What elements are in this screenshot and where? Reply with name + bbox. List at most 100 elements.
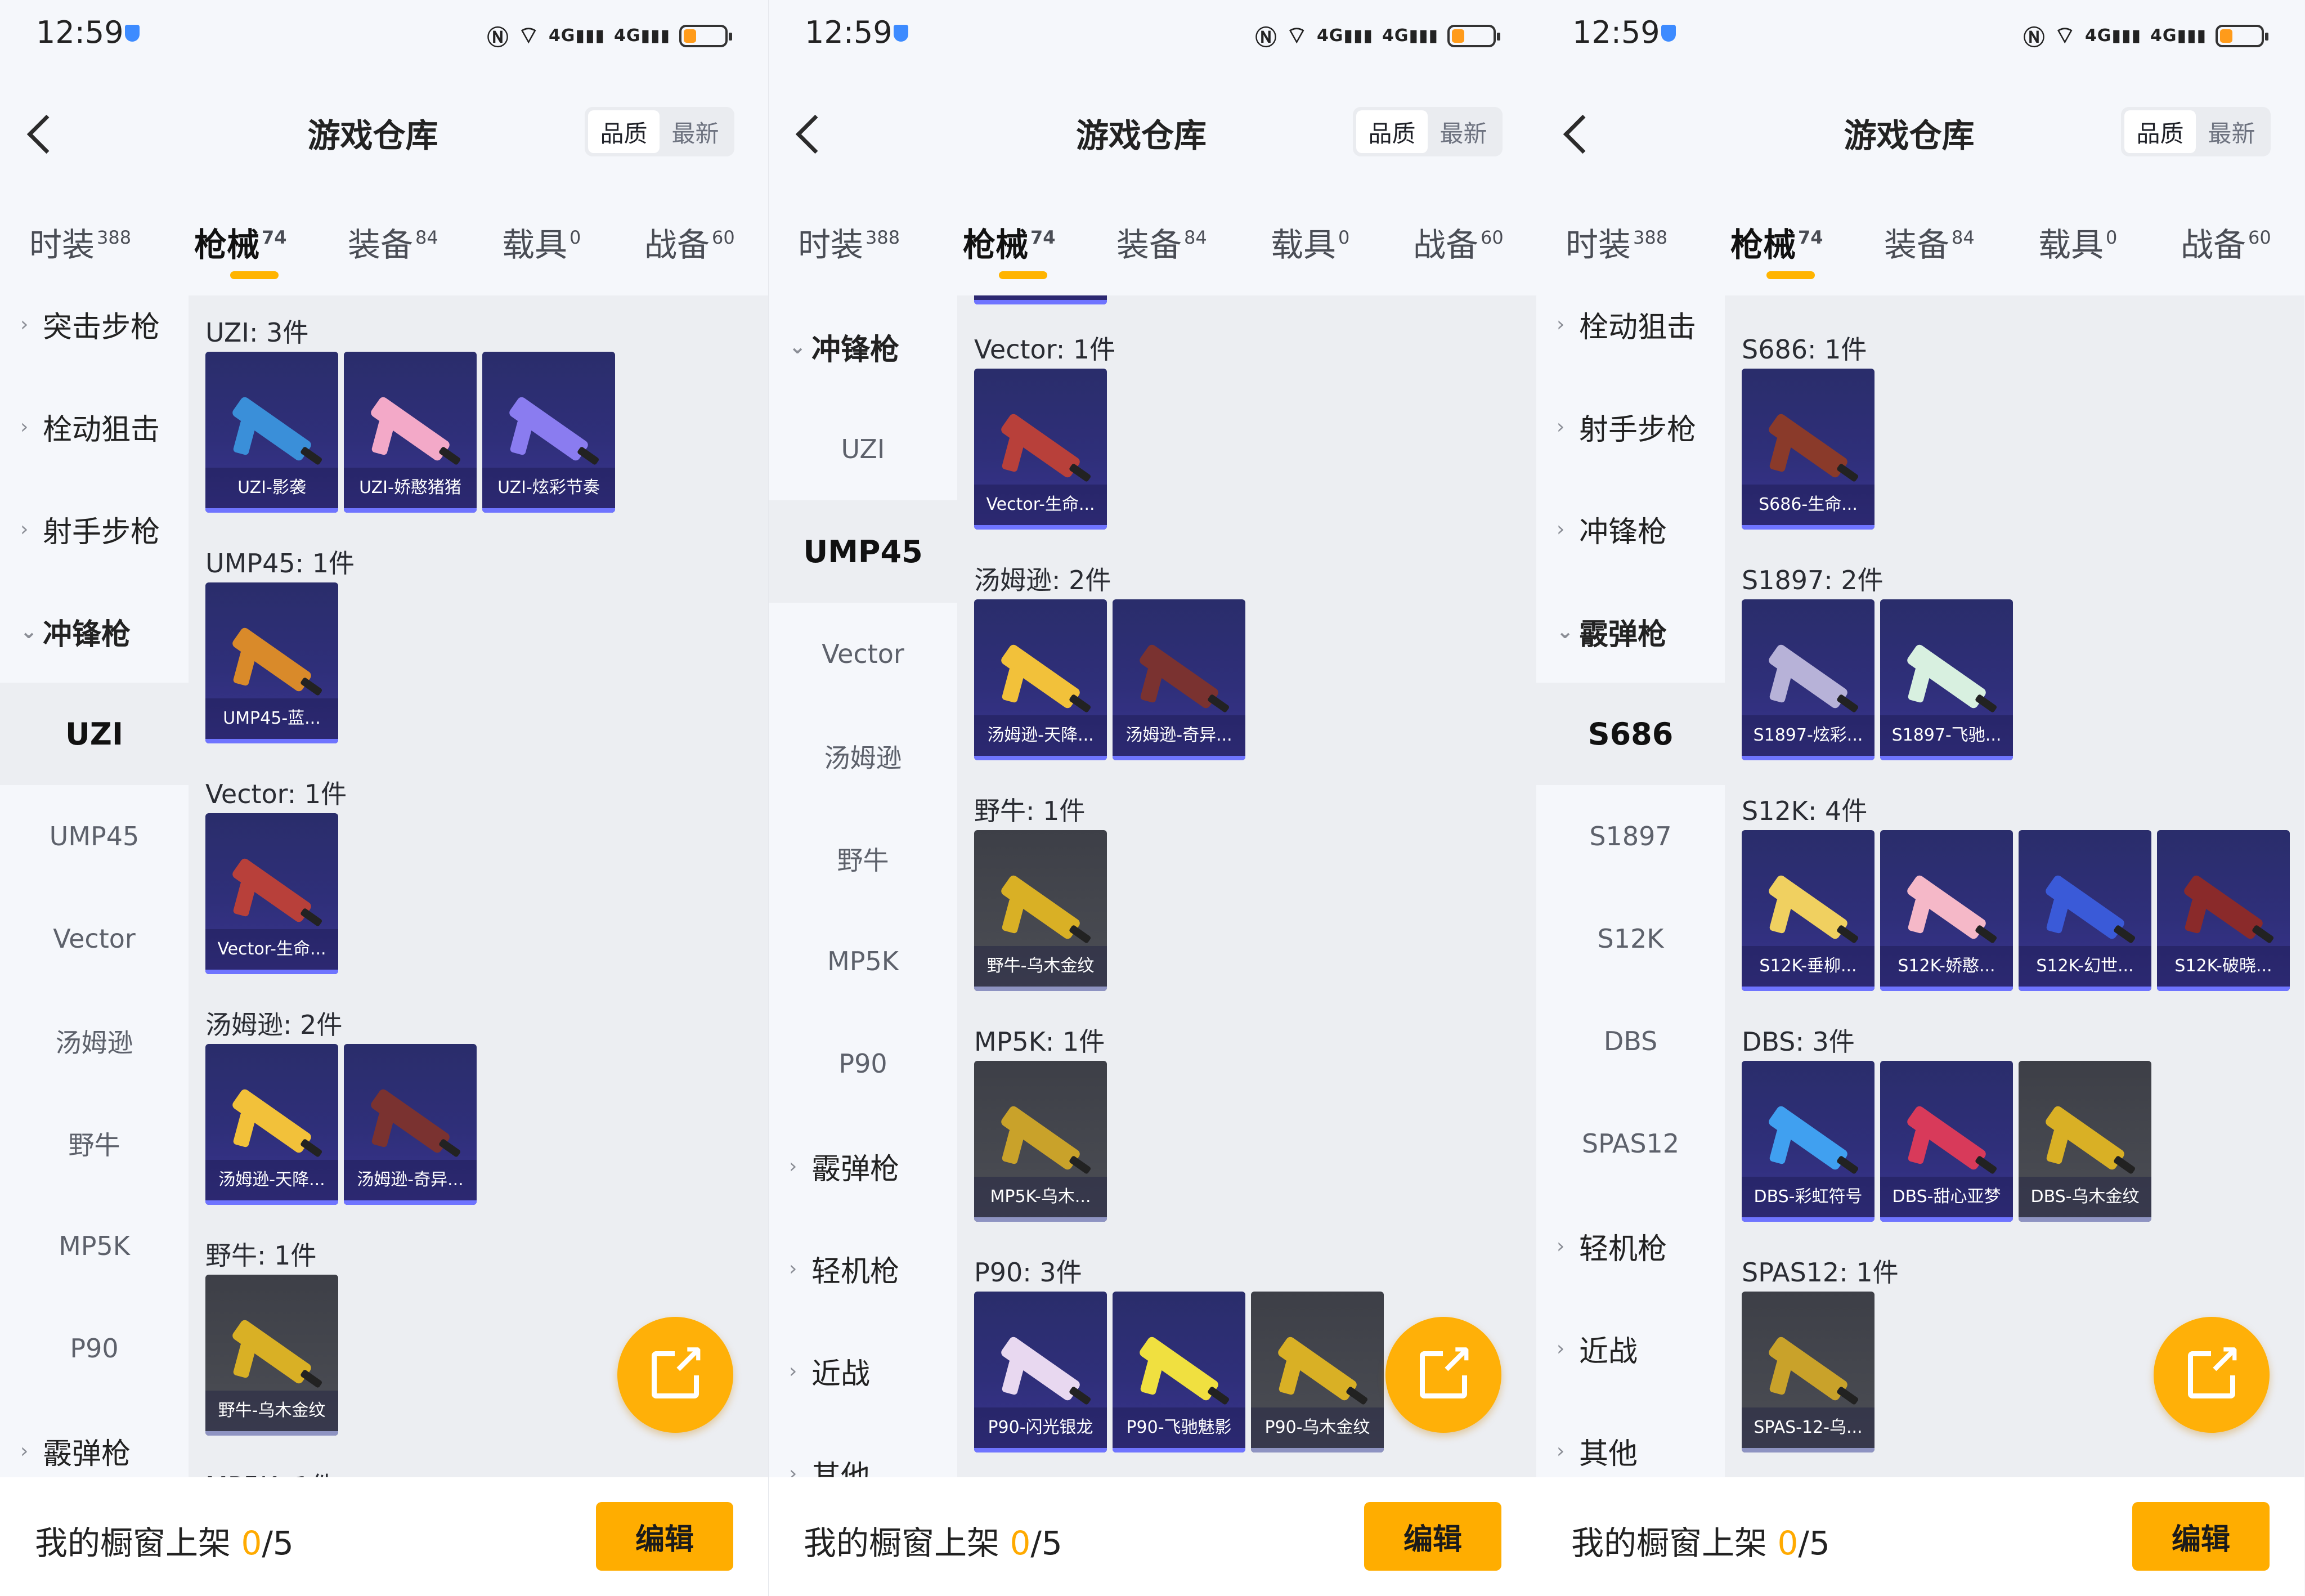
tab-0[interactable]: 时装 388 (29, 218, 131, 266)
sort-quality-button[interactable]: 品质 (2124, 110, 2196, 153)
sidebar-item[interactable]: 野牛 (0, 1092, 189, 1195)
weapon-card[interactable]: 汤姆逊-奇异... (1113, 599, 1245, 760)
tab-0[interactable]: 时装 388 (1566, 218, 1667, 266)
tab-3[interactable]: 载具 0 (1271, 218, 1349, 266)
edit-button[interactable]: 编辑 (1364, 1502, 1501, 1571)
tab-2[interactable]: 装备 84 (348, 218, 438, 266)
weapon-image (1905, 643, 1988, 710)
tab-1[interactable]: 枪械 74 (1730, 218, 1823, 279)
sidebar-item[interactable]: › 其他 (769, 1422, 957, 1478)
sort-latest-button[interactable]: 最新 (2196, 110, 2267, 153)
weapon-card[interactable]: DBS-甜心亚梦 (1880, 1061, 2013, 1222)
sidebar-item[interactable]: ⌄ 冲锋枪 (0, 580, 189, 683)
sidebar-item[interactable]: › 突击步枪 (0, 295, 189, 375)
sidebar-item[interactable]: › 栓动狙击 (1536, 295, 1725, 375)
sidebar-item[interactable]: › 射手步枪 (1536, 375, 1725, 478)
sort-quality-button[interactable]: 品质 (1356, 110, 1428, 153)
weapon-card[interactable]: S1897-炫彩... (1742, 599, 1875, 760)
sidebar-item[interactable]: Vector (0, 887, 189, 990)
tab-4[interactable]: 战备 60 (644, 218, 735, 266)
weapon-card[interactable]: S1897-飞驰... (1880, 599, 2013, 760)
weapon-card[interactable]: Vector-生命... (205, 813, 338, 974)
weapon-card[interactable]: 野牛-乌木金纹 (205, 1275, 338, 1436)
tab-1[interactable]: 枪械 74 (194, 218, 287, 279)
share-button[interactable] (617, 1317, 733, 1433)
sidebar-item[interactable]: 汤姆逊 (769, 705, 957, 808)
sidebar-item[interactable]: › 轻机枪 (1536, 1195, 1725, 1297)
sidebar-item[interactable]: 汤姆逊 (0, 990, 189, 1092)
sidebar-item[interactable]: › 冲锋枪 (1536, 478, 1725, 580)
sidebar-item[interactable]: S686 (1536, 683, 1725, 785)
sidebar-item[interactable]: P90 (0, 1297, 189, 1400)
weapon-card[interactable]: 汤姆逊-天降... (974, 599, 1107, 760)
weapon-card[interactable]: S12K-幻世... (2019, 830, 2151, 991)
sidebar-item[interactable]: › 近战 (1536, 1297, 1725, 1400)
tab-4[interactable]: 战备 60 (1413, 218, 1504, 266)
sidebar-item[interactable]: › 其他 (1536, 1400, 1725, 1477)
sidebar-item[interactable]: UMP45 (769, 500, 957, 603)
sidebar-item-label: 射手步枪 (1579, 413, 1697, 447)
sidebar-item[interactable]: DBS (1536, 990, 1725, 1092)
tab-3[interactable]: 载具 0 (2038, 218, 2117, 266)
sidebar-item[interactable]: MP5K (769, 910, 957, 1012)
weapon-card[interactable]: 汤姆逊-天降... (205, 1044, 338, 1205)
sidebar-item[interactable]: UMP45 (0, 785, 189, 887)
sort-latest-button[interactable]: 最新 (1428, 110, 1499, 153)
sidebar-item[interactable]: UZI (0, 683, 189, 785)
tab-count: 60 (1481, 227, 1504, 248)
weapon-card[interactable]: 野牛-乌木金纹 (974, 830, 1107, 991)
sidebar-item[interactable]: S1897 (1536, 785, 1725, 887)
sidebar-item[interactable]: › 射手步枪 (0, 478, 189, 580)
weapon-card[interactable]: UMP45-蓝... (205, 582, 338, 743)
sidebar-item[interactable]: › 霰弹枪 (0, 1400, 189, 1477)
tab-2[interactable]: 装备 84 (1884, 218, 1975, 266)
sort-toggle[interactable]: 品质 最新 (585, 107, 734, 156)
edit-button[interactable]: 编辑 (596, 1502, 733, 1571)
tab-2[interactable]: 装备 84 (1116, 218, 1207, 266)
weapon-card[interactable]: P90-乌木金纹 (1251, 1292, 1384, 1452)
weapon-card[interactable]: P90-飞驰魅影 (1113, 1292, 1245, 1452)
sidebar-item[interactable]: S12K (1536, 887, 1725, 990)
tab-4[interactable]: 战备 60 (2181, 218, 2271, 266)
weapon-card[interactable]: UMP45-蓝... (974, 295, 1107, 304)
weapon-card[interactable]: S12K-垂柳... (1742, 830, 1875, 991)
weapon-card[interactable]: UZI-炫彩节奏 (482, 352, 615, 513)
tab-0[interactable]: 时装 388 (798, 218, 900, 266)
sidebar-item[interactable]: › 霰弹枪 (769, 1115, 957, 1217)
weapon-card[interactable]: S12K-破晓... (2157, 830, 2290, 991)
tab-1[interactable]: 枪械 74 (963, 218, 1056, 279)
sidebar-item[interactable]: SPAS12 (1536, 1092, 1725, 1195)
weapon-card[interactable]: SPAS-12-乌... (1742, 1292, 1875, 1452)
sidebar-item[interactable]: › 轻机枪 (769, 1217, 957, 1320)
sidebar-item[interactable]: ⌄ 冲锋枪 (769, 295, 957, 398)
tab-3[interactable]: 载具 0 (502, 218, 581, 266)
share-button[interactable] (2154, 1317, 2270, 1433)
sort-latest-button[interactable]: 最新 (660, 110, 731, 153)
tab-count: 74 (262, 227, 287, 248)
sidebar-item[interactable]: › 近战 (769, 1320, 957, 1422)
weapon-card[interactable]: DBS-乌木金纹 (2019, 1061, 2151, 1222)
weapon-card[interactable]: UZI-影袭 (205, 352, 338, 513)
weapon-card[interactable]: 汤姆逊-奇异... (344, 1044, 477, 1205)
sidebar-item[interactable]: MP5K (0, 1195, 189, 1297)
share-button[interactable] (1385, 1317, 1501, 1433)
showcase-bar: 我的橱窗上架 0/5 编辑 (0, 1477, 768, 1596)
weapon-name: P90-闪光银龙 (974, 1407, 1107, 1448)
sort-toggle[interactable]: 品质 最新 (2121, 107, 2271, 156)
sidebar-item[interactable]: 野牛 (769, 808, 957, 910)
weapon-card[interactable]: S686-生命... (1742, 369, 1875, 530)
weapon-card[interactable]: UZI-娇憨猪猪 (344, 352, 477, 513)
sidebar-item[interactable]: UZI (769, 398, 957, 500)
sidebar-item[interactable]: ⌄ 霰弹枪 (1536, 580, 1725, 683)
sidebar-item[interactable]: › 栓动狙击 (0, 375, 189, 478)
edit-button[interactable]: 编辑 (2132, 1502, 2270, 1571)
sidebar-item[interactable]: P90 (769, 1012, 957, 1115)
weapon-card[interactable]: DBS-彩虹符号 (1742, 1061, 1875, 1222)
weapon-card[interactable]: P90-闪光银龙 (974, 1292, 1107, 1452)
weapon-card[interactable]: Vector-生命... (974, 369, 1107, 530)
weapon-card[interactable]: MP5K-乌木... (974, 1061, 1107, 1222)
sort-quality-button[interactable]: 品质 (588, 110, 660, 153)
sidebar-item[interactable]: Vector (769, 603, 957, 705)
sort-toggle[interactable]: 品质 最新 (1353, 107, 1503, 156)
weapon-card[interactable]: S12K-娇憨... (1880, 830, 2013, 991)
